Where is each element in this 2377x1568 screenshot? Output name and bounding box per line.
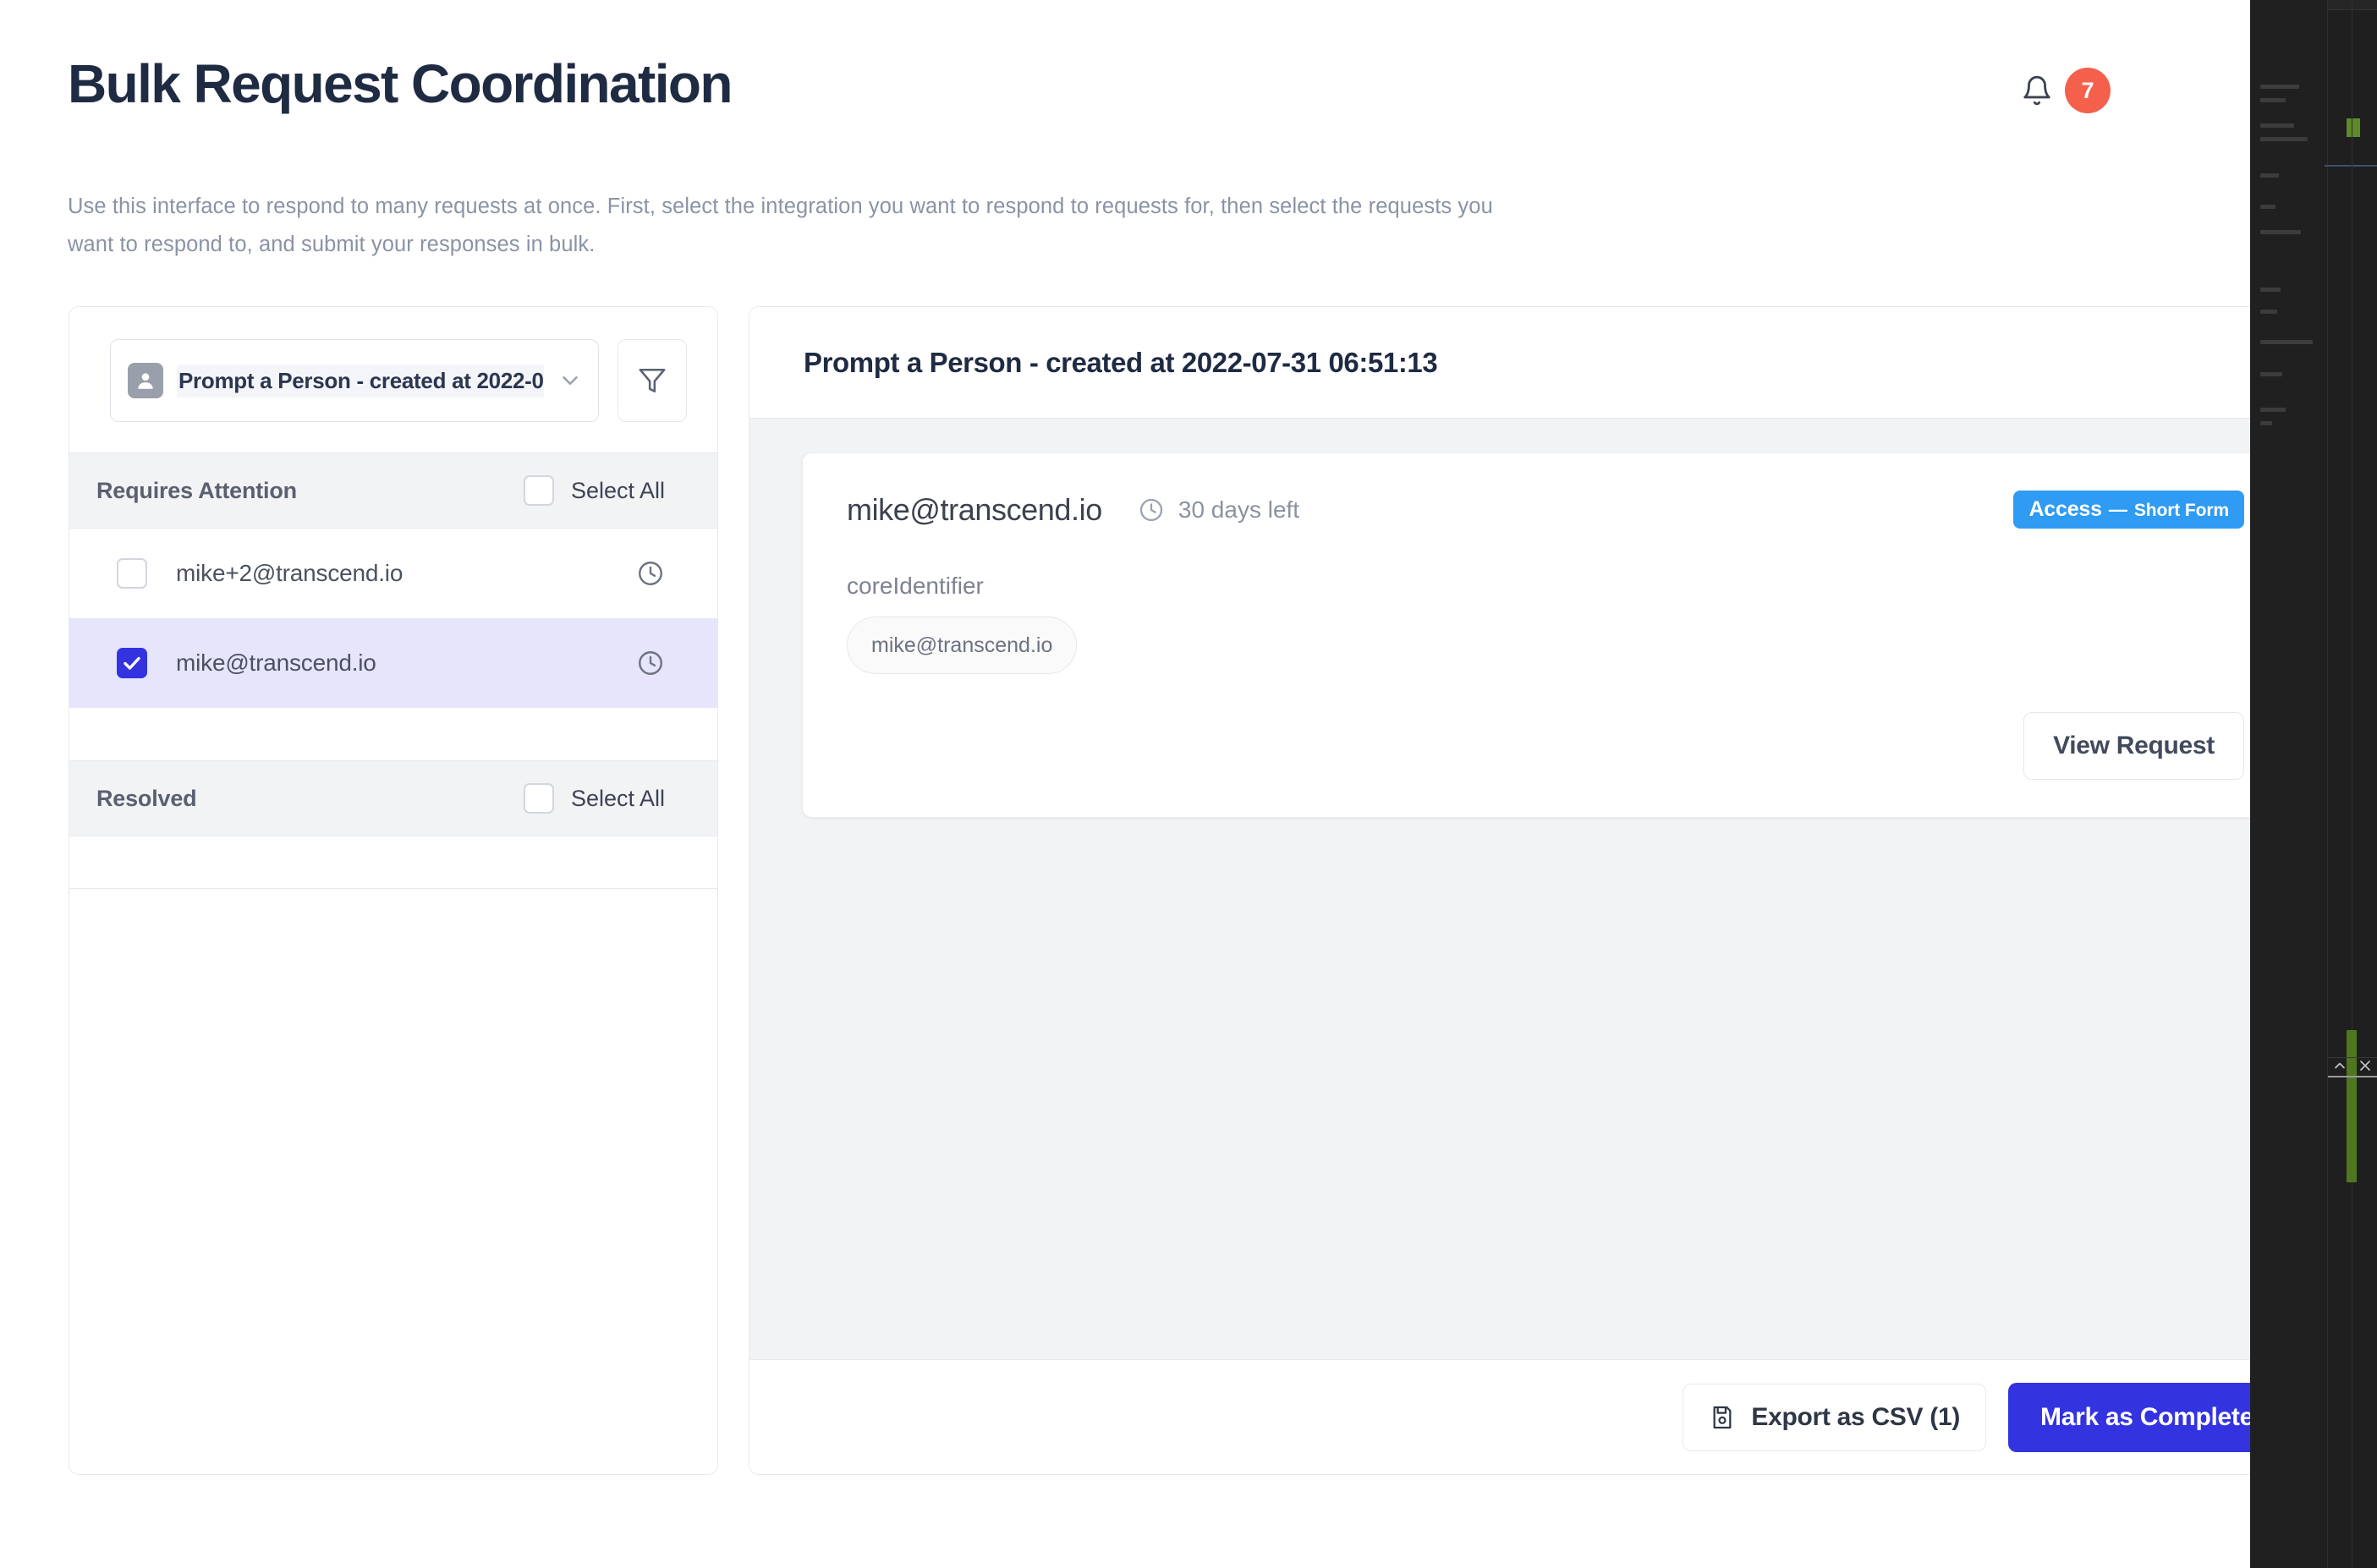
integration-select[interactable]: Prompt a Person - created at 2022-07: [110, 339, 599, 422]
request-checkbox[interactable]: [117, 648, 147, 678]
resolved-empty-area: [69, 836, 717, 889]
group-title: Resolved: [96, 786, 196, 812]
days-left: 30 days left: [1138, 496, 1299, 524]
view-request-button[interactable]: View Request: [2023, 712, 2244, 780]
notification-area[interactable]: 7: [2021, 68, 2111, 113]
detail-panel-header: Prompt a Person - created at 2022-07-31 …: [749, 307, 2338, 419]
request-card-email: mike@transcend.io: [847, 492, 1102, 528]
select-all-checkbox[interactable]: [524, 475, 554, 506]
chevron-down-icon: [557, 368, 583, 393]
devtools-marker: [2347, 118, 2360, 137]
detail-panel-footer: Export as CSV (1) Mark as Complete: [749, 1359, 2338, 1474]
group-header-resolved: Resolved Select All: [69, 760, 717, 836]
badge-subtype: Short Form: [2134, 502, 2229, 519]
notification-count-badge[interactable]: 7: [2065, 68, 2111, 113]
mark-as-complete-button[interactable]: Mark as Complete: [2008, 1383, 2286, 1452]
devtools-topbar: [2328, 0, 2377, 10]
close-icon[interactable]: [2357, 1057, 2374, 1074]
core-identifier-value: mike@transcend.io: [847, 617, 1077, 674]
export-csv-label: Export as CSV (1): [1751, 1403, 1960, 1432]
chevron-up-icon[interactable]: [2331, 1057, 2348, 1074]
detail-panel-body: mike@transcend.io 30 days left Access — …: [749, 419, 2338, 1359]
select-all-label: Select All: [571, 478, 665, 504]
app-root: Bulk Request Coordination Use this inter…: [0, 0, 2377, 1568]
main-page: Bulk Request Coordination Use this inter…: [0, 0, 2250, 1568]
devtools-selected-line: [2325, 165, 2377, 167]
select-all-checkbox[interactable]: [524, 783, 554, 814]
selector-row: Prompt a Person - created at 2022-07: [69, 307, 717, 452]
days-left-text: 30 days left: [1178, 496, 1299, 524]
request-email: mike@transcend.io: [176, 650, 607, 677]
select-all-resolved[interactable]: Select All: [524, 783, 665, 814]
request-checkbox[interactable]: [117, 558, 147, 589]
list-item[interactable]: mike@transcend.io: [69, 618, 717, 708]
request-card-actions: View Request: [847, 712, 2244, 780]
badge-separator: —: [2109, 501, 2127, 519]
select-all-requires-attention[interactable]: Select All: [524, 475, 665, 506]
field-label-core-identifier: coreIdentifier: [847, 573, 2244, 600]
integration-select-value: Prompt a Person - created at 2022-07: [177, 365, 544, 397]
filter-button[interactable]: [618, 339, 687, 422]
select-all-label: Select All: [571, 786, 665, 812]
clock-icon: [636, 649, 665, 677]
group-spacer: [69, 708, 717, 760]
badge-type: Access: [2028, 499, 2101, 520]
person-avatar-icon: [128, 363, 163, 398]
devtools-window-controls[interactable]: [2328, 1040, 2377, 1091]
request-email: mike+2@transcend.io: [176, 560, 607, 587]
group-title: Requires Attention: [96, 478, 297, 504]
bell-icon[interactable]: [2021, 74, 2053, 107]
devtools-code-column: [2250, 0, 2328, 1568]
requests-list-panel: Prompt a Person - created at 2022-07 Req…: [69, 306, 718, 1475]
devtools-strip: [2250, 0, 2377, 1568]
export-csv-button[interactable]: Export as CSV (1): [1683, 1384, 1986, 1451]
status-badge: Access — Short Form: [2013, 491, 2244, 529]
clock-icon: [1138, 496, 1165, 524]
group-header-requires-attention: Requires Attention Select All: [69, 452, 717, 529]
request-card: mike@transcend.io 30 days left Access — …: [802, 452, 2286, 818]
page-description: Use this interface to respond to many re…: [68, 188, 1523, 264]
detail-panel-title: Prompt a Person - created at 2022-07-31 …: [804, 347, 1437, 379]
clock-icon: [636, 559, 665, 588]
save-file-icon: [1709, 1404, 1736, 1431]
filter-funnel-icon: [638, 366, 667, 395]
list-item[interactable]: mike+2@transcend.io: [69, 529, 717, 618]
request-card-header: mike@transcend.io 30 days left Access — …: [847, 491, 2244, 529]
page-title: Bulk Request Coordination: [68, 52, 732, 115]
request-detail-panel: Prompt a Person - created at 2022-07-31 …: [749, 306, 2339, 1475]
